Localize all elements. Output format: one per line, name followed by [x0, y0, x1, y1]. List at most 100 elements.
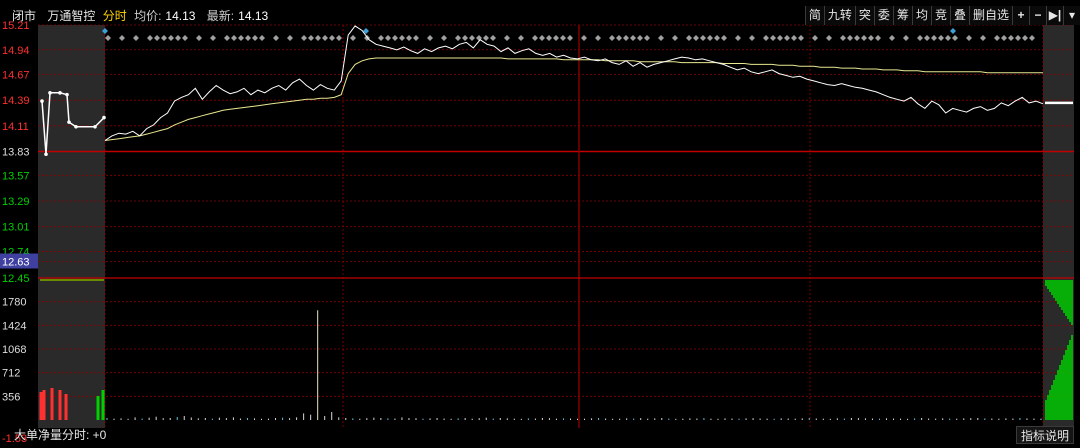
- chips-button[interactable]: 筹: [892, 6, 912, 25]
- premarket-point: [93, 124, 97, 129]
- price-axis-label: 13.57: [2, 170, 30, 182]
- auction-button[interactable]: 竞: [930, 6, 950, 25]
- event-marker: [238, 35, 244, 41]
- indicator-label: 大单净量分时: +0: [14, 428, 107, 442]
- overlay-button[interactable]: 叠: [949, 6, 969, 25]
- event-marker: [462, 35, 468, 41]
- chart-mode[interactable]: 分时: [103, 9, 127, 23]
- event-marker: [413, 35, 419, 41]
- premarket-point: [67, 120, 71, 124]
- latest-price-label: 最新:: [206, 9, 235, 23]
- intraday-chart: 15.2114.9414.6714.3914.1113.8313.5713.29…: [0, 20, 1074, 445]
- event-marker: [504, 35, 510, 41]
- event-marker: [154, 35, 160, 41]
- event-marker: [749, 35, 755, 41]
- event-marker: [336, 35, 342, 41]
- average-button[interactable]: 均: [911, 6, 931, 25]
- price-axis-label: 12.45: [2, 273, 30, 285]
- event-marker: [861, 35, 867, 41]
- event-marker: [630, 35, 636, 41]
- event-marker: [931, 35, 937, 41]
- event-marker: [889, 35, 895, 41]
- event-marker: [707, 35, 713, 41]
- volume-axis-label: 1780: [2, 297, 26, 309]
- volume-axis-label: 712: [2, 368, 20, 380]
- event-marker: [455, 35, 461, 41]
- order-button[interactable]: 委: [873, 6, 893, 25]
- market-status: 闭市: [12, 9, 37, 23]
- avg-price-label: 均价:: [134, 9, 162, 23]
- event-marker: [812, 35, 818, 41]
- volume-axis-label: 1068: [2, 344, 26, 356]
- event-marker: [777, 35, 783, 41]
- event-marker: [308, 35, 314, 41]
- event-marker: [770, 35, 776, 41]
- event-marker: [693, 35, 699, 41]
- event-marker: [147, 35, 153, 41]
- event-marker: [616, 35, 622, 41]
- event-marker: [224, 35, 230, 41]
- event-marker: [609, 35, 615, 41]
- event-marker: [378, 35, 384, 41]
- event-marker: [273, 35, 279, 41]
- price-axis-label: 12.63: [2, 257, 30, 269]
- info-bar: 闭市 万通智控 分时 均价: 14.13 最新: 14.13: [0, 6, 800, 26]
- event-marker: [637, 35, 643, 41]
- avg-price-value: 14.13: [165, 9, 196, 23]
- event-marker: [1015, 35, 1021, 41]
- event-marker: [763, 35, 769, 41]
- stock-name[interactable]: 万通智控: [47, 9, 95, 23]
- event-marker: [231, 35, 237, 41]
- zoom-out-icon[interactable]: −: [1029, 6, 1046, 25]
- event-marker: [826, 35, 832, 41]
- event-marker: [469, 35, 475, 41]
- event-marker: [903, 35, 909, 41]
- price-axis-label: 14.94: [2, 45, 30, 57]
- event-marker: [868, 35, 874, 41]
- event-marker: [119, 35, 125, 41]
- price-axis-label: 13.29: [2, 196, 30, 208]
- event-marker: [518, 35, 524, 41]
- event-marker: [322, 35, 328, 41]
- event-marker: [567, 35, 573, 41]
- event-marker: [658, 35, 664, 41]
- event-marker: [721, 35, 727, 41]
- event-marker: [392, 35, 398, 41]
- remove-watchlist-button[interactable]: 删自选: [968, 6, 1012, 25]
- event-marker: [350, 35, 356, 41]
- zoom-in-icon[interactable]: +: [1012, 6, 1029, 25]
- event-marker: [714, 35, 720, 41]
- event-marker: [644, 35, 650, 41]
- premarket-point: [58, 91, 62, 95]
- event-marker: [847, 35, 853, 41]
- event-marker: [175, 35, 181, 41]
- event-marker: [385, 35, 391, 41]
- event-marker: [196, 35, 202, 41]
- event-marker: [840, 35, 846, 41]
- indicator-help-button[interactable]: 指标说明: [1015, 426, 1074, 444]
- event-marker: [581, 35, 587, 41]
- breakout-button[interactable]: 突: [854, 6, 874, 25]
- event-marker: [672, 35, 678, 41]
- event-marker: [168, 35, 174, 41]
- nine-turn-button[interactable]: 九转: [823, 6, 855, 25]
- average-price-line: [104, 57, 1043, 141]
- event-marker: [161, 35, 167, 41]
- price-axis-label: 13.01: [2, 222, 30, 234]
- chart-toolbar: 简 九转 突 委 筹 均 竞 叠 删自选 + − ▶| ▾: [804, 6, 1080, 26]
- premarket-point: [44, 152, 48, 157]
- event-marker: [623, 35, 629, 41]
- simple-button[interactable]: 简: [804, 6, 824, 25]
- event-marker: [532, 35, 538, 41]
- event-marker: [1001, 35, 1007, 41]
- event-marker: [700, 35, 706, 41]
- more-dropdown-icon[interactable]: ▾: [1063, 6, 1080, 25]
- event-marker: [259, 35, 265, 41]
- event-marker: [315, 35, 321, 41]
- event-marker: [798, 35, 804, 41]
- skip-to-end-icon[interactable]: ▶|: [1046, 6, 1063, 25]
- price-axis-label: 13.83: [2, 147, 30, 159]
- event-marker: [980, 35, 986, 41]
- event-marker: [133, 35, 139, 41]
- event-marker: [441, 35, 447, 41]
